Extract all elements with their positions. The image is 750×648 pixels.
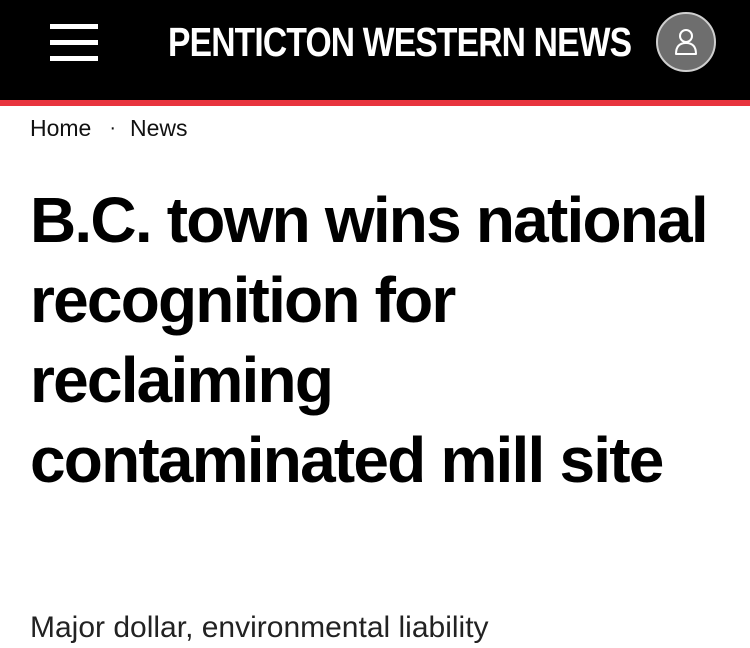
breadcrumb-home-link[interactable]: Home — [30, 115, 91, 141]
article-headline: B.C. town wins national recognition for … — [30, 184, 709, 496]
hamburger-menu-icon — [50, 24, 98, 29]
site-logo[interactable]: PENTICTON WESTERN NEWS — [168, 17, 632, 67]
menu-button[interactable] — [50, 24, 98, 62]
hamburger-menu-icon — [50, 56, 98, 61]
article-subheadline: Major dollar, environmental liability — [30, 611, 489, 644]
breadcrumb-separator: · — [109, 117, 117, 139]
user-icon — [675, 29, 697, 55]
breadcrumb: Home · News — [30, 112, 188, 144]
site-header: PENTICTON WESTERN NEWS — [0, 0, 750, 106]
hamburger-menu-icon — [50, 40, 98, 45]
account-button[interactable] — [656, 12, 716, 72]
breadcrumb-news-link[interactable]: News — [130, 115, 188, 141]
